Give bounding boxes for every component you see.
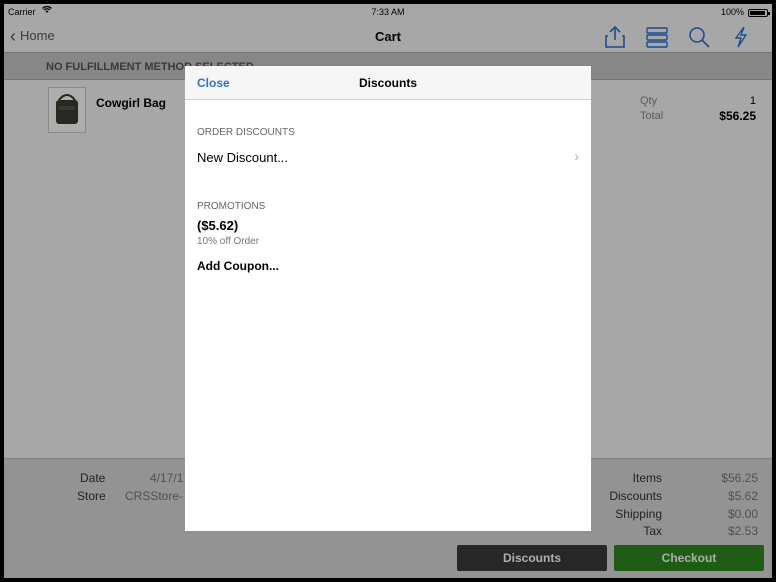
promotions-header: PROMOTIONS	[197, 201, 266, 212]
modal-header: Close Discounts	[185, 66, 591, 100]
new-discount-item[interactable]: New Discount...	[197, 150, 288, 165]
ipad-screen: Carrier 7:33 AM 100% ‹ Home Cart NO FULF…	[4, 4, 772, 578]
promotion-description: 10% off Order	[197, 236, 260, 247]
chevron-right-icon: ›	[574, 148, 579, 164]
discounts-modal: Close Discounts ORDER DISCOUNTS New Disc…	[185, 66, 591, 531]
modal-title: Discounts	[358, 76, 417, 90]
add-coupon-button[interactable]: Add Coupon...	[197, 259, 279, 273]
promotion-amount[interactable]: ($5.62)	[197, 218, 238, 233]
order-discounts-header: ORDER DISCOUNTS	[197, 127, 295, 138]
